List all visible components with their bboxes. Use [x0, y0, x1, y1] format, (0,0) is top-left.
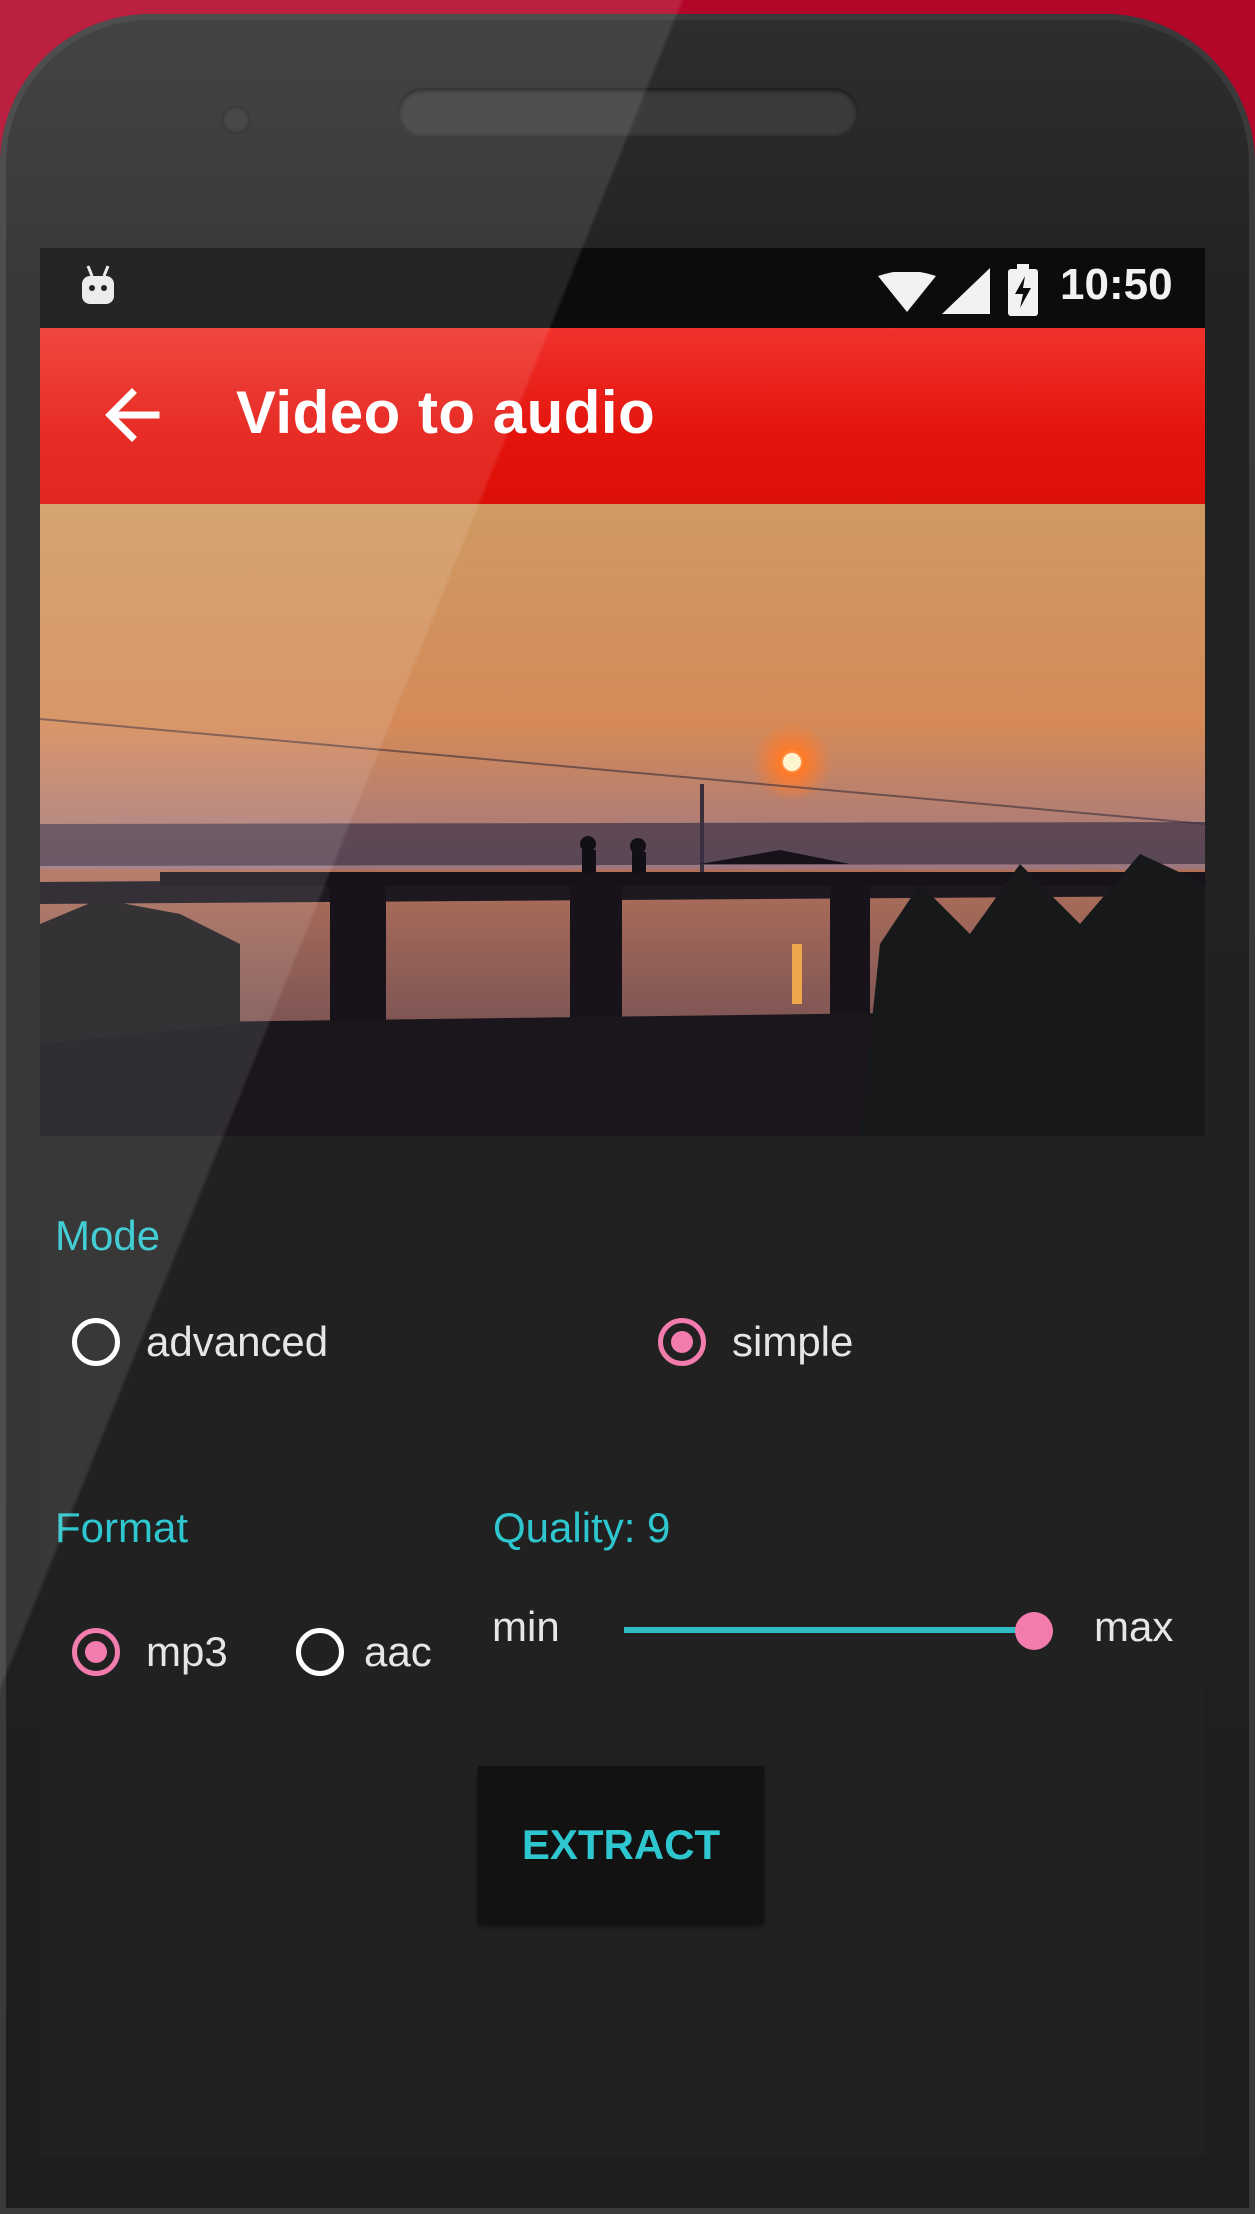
radio-unchecked-icon [296, 1628, 344, 1676]
app-toolbar: Video to audio [40, 328, 1205, 504]
video-thumbnail-image [40, 504, 1205, 1136]
format-radio-aac-label: aac [364, 1628, 432, 1675]
radio-unchecked-icon [72, 1318, 120, 1366]
page-title: Video to audio [236, 379, 656, 446]
earpiece-speaker [398, 88, 858, 136]
mode-radio-simple[interactable]: simple [658, 1318, 853, 1366]
format-section-label: Format [55, 1504, 189, 1551]
format-radio-mp3[interactable]: mp3 [72, 1628, 228, 1676]
app-screen: 10:50 Video to audio Mode advanced simpl… [40, 248, 1205, 2156]
format-radio-aac[interactable]: aac [296, 1628, 432, 1676]
quality-max-label: max [1094, 1603, 1174, 1650]
status-bar: 10:50 [40, 248, 1205, 328]
quality-slider-track[interactable] [624, 1627, 1034, 1633]
mode-radio-advanced-label: advanced [146, 1318, 329, 1365]
mode-radio-advanced[interactable]: advanced [72, 1318, 328, 1366]
mode-section-label: Mode [55, 1212, 161, 1259]
format-radio-mp3-label: mp3 [146, 1628, 228, 1675]
status-clock: 10:50 [1060, 260, 1173, 309]
extract-button[interactable]: EXTRACT [478, 1766, 764, 1924]
cell-signal-icon [942, 268, 990, 314]
mode-radio-simple-label: simple [732, 1318, 854, 1365]
quality-section-label: Quality: 9 [493, 1504, 671, 1551]
radio-checked-icon [72, 1628, 120, 1676]
back-arrow-icon[interactable] [98, 380, 168, 450]
radio-checked-icon [658, 1318, 706, 1366]
wifi-icon [878, 272, 936, 312]
quality-slider-thumb[interactable] [1015, 1612, 1053, 1650]
battery-charging-icon [1008, 264, 1038, 316]
front-camera-icon [222, 106, 250, 134]
quality-min-label: min [492, 1603, 560, 1650]
android-notification-icon [82, 265, 114, 304]
